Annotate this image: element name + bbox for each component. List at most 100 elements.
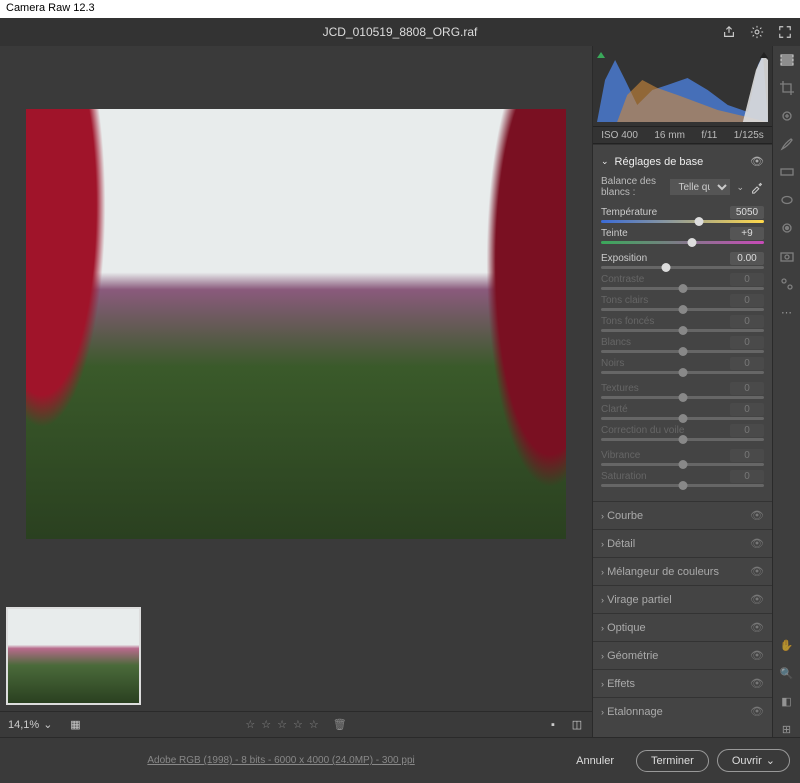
star-icon[interactable]: ☆ — [245, 718, 255, 731]
vibrance-slider[interactable] — [601, 463, 764, 466]
temp-label: Température — [601, 207, 657, 218]
chevron-right-icon: › — [601, 679, 604, 689]
eye-icon[interactable]: 👁 — [750, 593, 764, 606]
panel-label: Effets — [607, 678, 635, 690]
heal-tool-icon[interactable] — [779, 108, 795, 124]
edit-tool-icon[interactable] — [779, 52, 795, 68]
chevron-right-icon: › — [601, 623, 604, 633]
grid-tool-icon[interactable]: ⊞ — [779, 721, 795, 737]
blacks-slider[interactable] — [601, 371, 764, 374]
window-title: Camera Raw 12.3 — [0, 0, 800, 18]
filename-label: JCD_010519_8808_ORG.raf — [323, 25, 478, 39]
blacks-value[interactable]: 0 — [730, 357, 764, 370]
star-icon[interactable]: ☆ — [277, 718, 287, 731]
highlights-slider[interactable] — [601, 308, 764, 311]
highlights-label: Tons clairs — [601, 295, 648, 306]
crop-tool-icon[interactable] — [779, 80, 795, 96]
dehaze-label: Correction du voile — [601, 425, 684, 436]
presets-tool-icon[interactable] — [779, 276, 795, 292]
eye-icon[interactable]: 👁 — [750, 621, 764, 634]
clarity-value[interactable]: 0 — [730, 403, 764, 416]
grid-icon[interactable]: ▦ — [68, 718, 82, 732]
thumbnail[interactable] — [6, 607, 141, 705]
single-view-icon[interactable]: ▪ — [546, 718, 560, 732]
contrast-label: Contraste — [601, 274, 644, 285]
dehaze-value[interactable]: 0 — [730, 424, 764, 437]
basic-panel-header[interactable]: ⌄ Réglages de base 👁 — [601, 151, 764, 172]
contrast-value[interactable]: 0 — [730, 273, 764, 286]
temp-slider[interactable] — [601, 220, 764, 223]
shadows-slider[interactable] — [601, 329, 764, 332]
eye-icon[interactable]: 👁 — [750, 705, 764, 718]
eye-icon[interactable]: 👁 — [750, 649, 764, 662]
panel-color-mixer[interactable]: › Mélangeur de couleurs👁 — [593, 557, 772, 585]
fullscreen-icon[interactable] — [778, 25, 792, 39]
panel-effects[interactable]: › Effets 👁 — [593, 669, 772, 697]
exposure-label: Exposition — [601, 253, 647, 264]
vibrance-value[interactable]: 0 — [730, 449, 764, 462]
panel-detail[interactable]: › Détail👁 — [593, 529, 772, 557]
tint-slider[interactable] — [601, 241, 764, 244]
zoom-control[interactable]: 14,1% ⌄ — [8, 718, 52, 731]
star-icon[interactable]: ☆ — [309, 718, 319, 731]
panel-geometry[interactable]: › Géométrie👁 — [593, 641, 772, 669]
eye-icon[interactable]: 👁 — [750, 677, 764, 690]
exposure-value[interactable]: 0.00 — [730, 252, 764, 265]
saturation-slider[interactable] — [601, 484, 764, 487]
rating-stars[interactable]: ☆ ☆ ☆ ☆ ☆ 🗑 — [245, 718, 346, 731]
tint-value[interactable]: +9 — [730, 227, 764, 240]
contrast-slider[interactable] — [601, 287, 764, 290]
panel-split-toning[interactable]: › Virage partiel👁 — [593, 585, 772, 613]
snapshot-tool-icon[interactable] — [779, 248, 795, 264]
whites-value[interactable]: 0 — [730, 336, 764, 349]
temp-value[interactable]: 5050 — [730, 206, 764, 219]
star-icon[interactable]: ☆ — [293, 718, 303, 731]
redeye-tool-icon[interactable] — [779, 220, 795, 236]
exposure-slider[interactable] — [601, 266, 764, 269]
more-tool-icon[interactable]: ⋯ — [779, 304, 795, 320]
panel-calibration[interactable]: › Etalonnage👁 — [593, 697, 772, 725]
clarity-slider[interactable] — [601, 417, 764, 420]
eye-icon[interactable]: 👁 — [750, 155, 764, 168]
panel-optics[interactable]: › Optique👁 — [593, 613, 772, 641]
texture-slider[interactable] — [601, 396, 764, 399]
file-info[interactable]: Adobe RGB (1998) - 8 bits - 6000 x 4000 … — [10, 755, 552, 766]
toggle-tool-icon[interactable]: ◧ — [779, 693, 795, 709]
wb-select[interactable]: Telle qu… — [670, 179, 730, 195]
eye-icon[interactable]: 👁 — [750, 509, 764, 522]
eye-icon[interactable]: 👁 — [750, 565, 764, 578]
basic-panel: ⌄ Réglages de base 👁 Balance des blancs … — [593, 144, 772, 501]
panel-label: Géométrie — [607, 650, 658, 662]
saturation-label: Saturation — [601, 471, 647, 482]
whites-slider[interactable] — [601, 350, 764, 353]
cancel-button[interactable]: Annuler — [562, 751, 628, 771]
radial-tool-icon[interactable] — [779, 192, 795, 208]
hand-tool-icon[interactable]: ✋ — [779, 637, 795, 653]
gradient-tool-icon[interactable] — [779, 164, 795, 180]
saturation-value[interactable]: 0 — [730, 470, 764, 483]
panel-courbe[interactable]: › Courbe👁 — [593, 501, 772, 529]
star-icon[interactable]: ☆ — [261, 718, 271, 731]
histogram[interactable] — [593, 46, 772, 126]
eyedropper-icon[interactable] — [750, 180, 764, 194]
vibrance-label: Vibrance — [601, 450, 640, 461]
wb-label: Balance des blancs : — [601, 176, 664, 198]
eye-icon[interactable]: 👁 — [750, 537, 764, 550]
done-button[interactable]: Terminer — [636, 750, 709, 772]
canvas-area[interactable] — [0, 46, 592, 601]
shadows-value[interactable]: 0 — [730, 315, 764, 328]
tint-label: Teinte — [601, 228, 628, 239]
whites-label: Blancs — [601, 337, 631, 348]
compare-view-icon[interactable]: ◫ — [570, 718, 584, 732]
trash-icon[interactable]: 🗑 — [333, 718, 347, 731]
zoom-tool-icon[interactable]: 🔍 — [779, 665, 795, 681]
open-button[interactable]: Ouvrir⌄ — [717, 749, 790, 772]
dehaze-slider[interactable] — [601, 438, 764, 441]
texture-value[interactable]: 0 — [730, 382, 764, 395]
highlights-value[interactable]: 0 — [730, 294, 764, 307]
filmstrip — [0, 601, 592, 711]
brush-tool-icon[interactable] — [779, 136, 795, 152]
panel-label: Etalonnage — [607, 706, 663, 718]
export-icon[interactable] — [722, 25, 736, 39]
gear-icon[interactable] — [750, 25, 764, 39]
